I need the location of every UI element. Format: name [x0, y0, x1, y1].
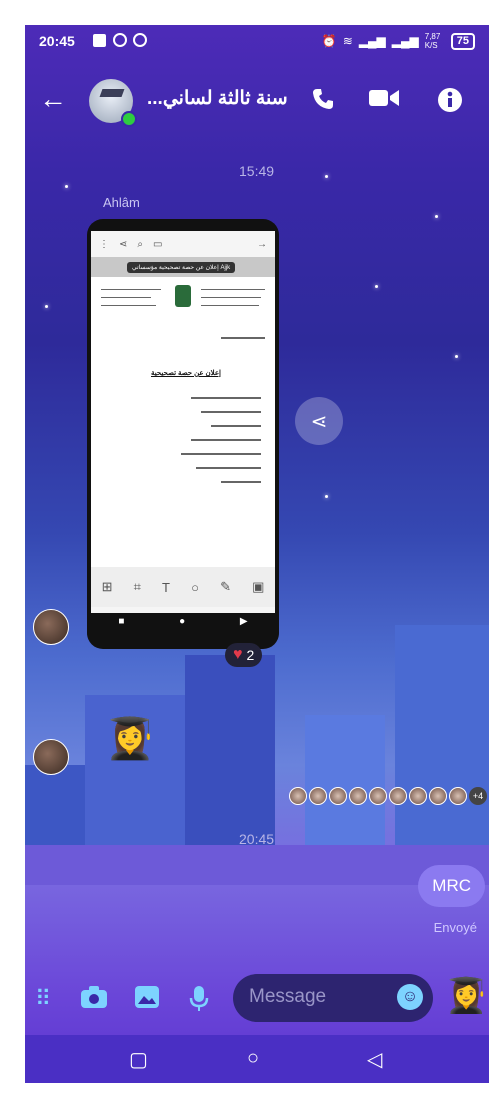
play-icon: ▶: [239, 615, 248, 627]
document-heading: إعلان عن حصة تصحيحية: [151, 370, 221, 377]
share-small-icon: ⋖: [119, 238, 128, 250]
timestamp-top: 15:49: [239, 163, 275, 179]
sender-name: Ahlâm: [103, 195, 140, 210]
sender-avatar-2[interactable]: [33, 739, 69, 775]
status-bar: 20:45 ⏰ ≋ ▂▄▆ ▂▄▆ 7,87 K/S 75: [25, 25, 489, 57]
sender-avatar[interactable]: [33, 609, 69, 645]
status-right: ⏰ ≋ ▂▄▆ ▂▄▆ 7,87 K/S 75: [322, 32, 475, 50]
gallery-notification-icon: [93, 34, 106, 47]
shape-icon: ○: [191, 579, 199, 595]
viber-icon: [113, 33, 127, 47]
signal-icon-2: ▂▄▆: [391, 34, 419, 48]
university-logo: [175, 285, 191, 307]
more-icon: ⋮: [99, 238, 109, 250]
battery-icon: 75: [450, 32, 475, 50]
text-icon: T: [162, 579, 170, 595]
star: [325, 495, 328, 498]
message-status: Envoyé: [433, 920, 477, 935]
document-preview: ⋮ ⋖ ⌕ ▭ → إعلان عن حصة تصحيحية مؤسساتي A…: [91, 231, 275, 629]
arrow-left-icon[interactable]: ←: [39, 85, 67, 113]
chat-header: ← سنة ثالثة لساني...: [25, 77, 489, 137]
recents-icon[interactable]: ▢: [129, 1047, 148, 1072]
message-input[interactable]: Message ☺: [233, 974, 433, 1022]
star: [455, 355, 458, 358]
search-small-icon: ⌕: [137, 238, 143, 250]
star: [375, 285, 378, 288]
forward-icon: →: [257, 238, 267, 250]
emoji-icon[interactable]: ☺: [397, 984, 423, 1010]
screenshot-frame: 20:45 ⏰ ≋ ▂▄▆ ▂▄▆ 7,87 K/S 75 ← سنة ثالث…: [0, 0, 501, 1099]
home-icon[interactable]: ○: [247, 1047, 259, 1070]
star: [435, 215, 438, 218]
composer: ⠿ Message ☺ 👩‍🎓: [25, 970, 489, 1030]
microphone-icon[interactable]: [189, 986, 209, 1018]
screenshot-message[interactable]: ⋮ ⋖ ⌕ ▭ → إعلان عن حصة تصحيحية مؤسساتي A…: [87, 219, 279, 649]
reaction-badge[interactable]: ♥ 2: [225, 643, 263, 667]
online-indicator: [121, 111, 137, 127]
graduate-quick-reaction[interactable]: 👩‍🎓: [445, 976, 487, 1016]
video-icon[interactable]: [369, 87, 399, 114]
chat-title[interactable]: سنة ثالثة لساني...: [147, 87, 288, 110]
document-nav: ■ ● ▶: [91, 613, 275, 629]
heart-icon: ♥: [233, 646, 243, 663]
status-time: 20:45: [39, 33, 75, 49]
select-icon: ⌗: [133, 579, 141, 594]
info-icon[interactable]: [437, 87, 463, 118]
document-page: إعلان عن حصة تصحيحية: [91, 277, 275, 567]
apps-icon[interactable]: ⠿: [35, 986, 51, 1012]
seen-more: +4: [469, 787, 487, 805]
system-nav-bar: ▢ ○ ◁: [25, 1035, 489, 1083]
chat-screen: 20:45 ⏰ ≋ ▂▄▆ ▂▄▆ 7,87 K/S 75 ← سنة ثالث…: [25, 25, 489, 1083]
alarm-icon: ⏰: [321, 34, 337, 48]
grid-icon: ⊞: [101, 579, 113, 594]
message-placeholder: Message: [249, 986, 327, 1007]
net-speed: 7,87 K/S: [424, 32, 441, 50]
seen-avatars[interactable]: +4: [289, 787, 487, 805]
back-nav-icon[interactable]: ◁: [367, 1047, 382, 1072]
star: [45, 305, 48, 308]
sign-icon: ▣: [252, 579, 265, 594]
graduation-cap-icon: [99, 89, 125, 97]
camera-icon[interactable]: [81, 986, 107, 1014]
pen-icon: ✎: [220, 579, 232, 594]
phone-icon[interactable]: [311, 87, 335, 116]
messenger-icon: [133, 33, 147, 47]
timestamp-bottom: 20:45: [239, 831, 275, 847]
star: [325, 175, 328, 178]
document-toolbar: ⋮ ⋖ ⌕ ▭ →: [91, 231, 275, 257]
stop-icon: ■: [118, 615, 125, 627]
signal-icon: ▂▄▆: [358, 34, 386, 48]
wifi-icon: ≋: [342, 34, 353, 48]
gallery-icon[interactable]: [135, 986, 159, 1014]
reaction-count: 2: [246, 647, 255, 663]
document-tools: ⊞ ⌗ T ○ ✎ ▣: [91, 567, 275, 607]
star: [65, 185, 68, 188]
document-label: إعلان عن حصة تصحيحية مؤسساتي Ajjk: [127, 262, 236, 273]
record-icon: ●: [179, 615, 186, 627]
comment-icon: ▭: [153, 238, 163, 250]
message-bubble[interactable]: MRC: [418, 865, 485, 907]
graduate-emoji: 👩‍🎓: [105, 717, 155, 761]
share-icon[interactable]: ⋖: [295, 397, 343, 445]
